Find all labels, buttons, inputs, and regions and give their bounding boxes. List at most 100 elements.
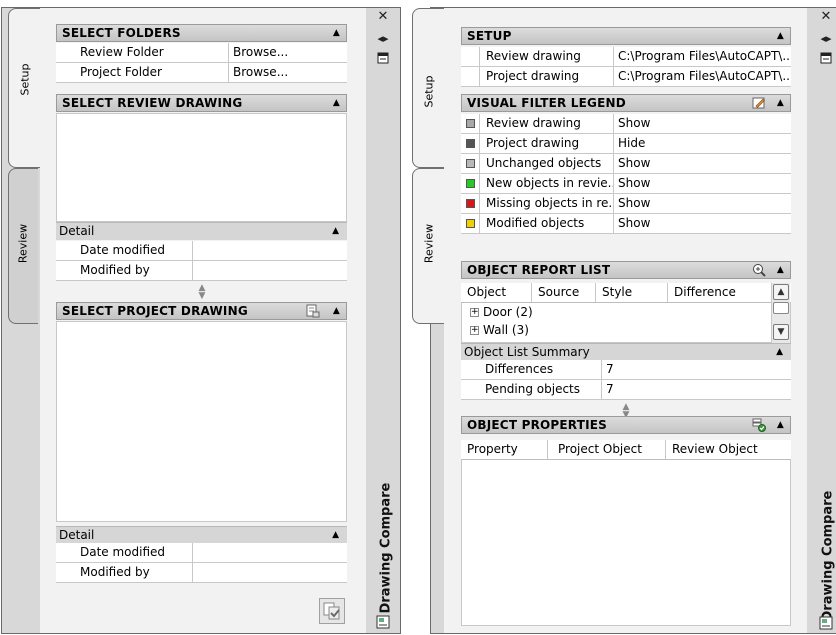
- legend-row[interactable]: Unchanged objects Show: [461, 154, 791, 174]
- compare-icon: [323, 602, 340, 620]
- expand-icon[interactable]: +: [470, 326, 479, 335]
- palette-caption: Drawing Compare: [820, 490, 836, 622]
- legend-row[interactable]: Missing objects in re... Show: [461, 194, 791, 214]
- collapse-arrow-icon[interactable]: ▲: [777, 95, 784, 111]
- legend-visibility-value[interactable]: Show: [613, 114, 791, 133]
- column-style[interactable]: Style: [595, 283, 667, 302]
- column-review-object[interactable]: Review Object: [665, 440, 791, 459]
- properties-menu-icon[interactable]: [818, 52, 834, 68]
- legend-visibility-value[interactable]: Show: [613, 194, 791, 213]
- scroll-down-icon[interactable]: ▼: [773, 324, 789, 340]
- project-drawing-path[interactable]: C:\Program Files\AutoCAPT\...: [613, 67, 791, 86]
- legend-visibility-value[interactable]: Show: [613, 174, 791, 193]
- date-modified-label: Date modified: [80, 243, 166, 257]
- collapse-arrow-icon[interactable]: ▲: [333, 303, 340, 319]
- review-folder-browse[interactable]: Browse...: [228, 43, 347, 62]
- edit-filter-icon[interactable]: [752, 96, 766, 110]
- review-modified-by-row: Modified by: [56, 261, 347, 281]
- collapse-arrow-icon[interactable]: ▲: [777, 262, 784, 278]
- setup-review-drawing-row[interactable]: Review drawing C:\Program Files\AutoCAPT…: [461, 47, 791, 67]
- close-icon[interactable]: ✕: [818, 10, 834, 24]
- review-detail-header[interactable]: Detail ▲: [56, 222, 347, 240]
- object-list-summary-label: Object List Summary: [464, 345, 590, 359]
- project-drawing-label: Project drawing: [479, 67, 613, 86]
- object-report-list-header[interactable]: OBJECT REPORT LIST ▲: [461, 261, 791, 279]
- tab-setup-left[interactable]: Setup: [8, 8, 40, 168]
- select-drawing-icon[interactable]: [306, 304, 320, 318]
- column-difference[interactable]: Difference: [667, 283, 769, 302]
- tab-setup-right[interactable]: Setup: [412, 8, 444, 168]
- list-item[interactable]: + Door (2): [470, 303, 533, 321]
- project-folder-label: Project Folder: [80, 65, 162, 79]
- palette-icon[interactable]: [375, 615, 391, 633]
- object-report-list[interactable]: + Door (2) + Wall (3): [461, 303, 791, 343]
- column-property[interactable]: Property: [461, 440, 547, 459]
- review-drawing-list[interactable]: [56, 113, 347, 222]
- object-properties-grid[interactable]: [461, 460, 791, 626]
- date-modified-label: Date modified: [80, 545, 166, 559]
- legend-swatch: [466, 119, 475, 128]
- tab-review-left[interactable]: Review: [8, 168, 38, 324]
- close-icon[interactable]: ✕: [375, 10, 391, 24]
- column-object[interactable]: Object: [461, 283, 531, 302]
- select-folders-header[interactable]: SELECT FOLDERS ▲: [56, 24, 347, 42]
- collapse-arrow-icon[interactable]: ▲: [332, 527, 339, 544]
- select-review-drawing-header[interactable]: SELECT REVIEW DRAWING ▲: [56, 94, 347, 112]
- scroll-up-icon[interactable]: ▲: [773, 284, 789, 300]
- review-folder-row[interactable]: Review Folder Browse...: [56, 43, 347, 63]
- visual-filter-legend-header[interactable]: VISUAL FILTER LEGEND ▲: [461, 94, 791, 112]
- zoom-icon[interactable]: [752, 263, 766, 277]
- compare-button[interactable]: [319, 598, 345, 624]
- auto-hide-icon[interactable]: ◂▸: [375, 32, 391, 46]
- object-properties-column-header: Property Project Object Review Object: [461, 440, 791, 460]
- auto-hide-icon[interactable]: ◂▸: [818, 32, 834, 46]
- list-item-label: Door (2): [483, 305, 533, 319]
- tab-review-right[interactable]: Review: [412, 168, 444, 324]
- legend-visibility-value[interactable]: Show: [613, 214, 791, 233]
- collapse-arrow-icon[interactable]: ▲: [333, 95, 340, 111]
- legend-row[interactable]: Modified objects Show: [461, 214, 791, 234]
- expand-icon[interactable]: +: [470, 308, 479, 317]
- project-drawing-list[interactable]: [56, 321, 347, 522]
- project-folder-browse[interactable]: Browse...: [228, 63, 347, 82]
- column-project-object[interactable]: Project Object: [547, 440, 665, 459]
- accept-changes-icon[interactable]: [752, 418, 766, 432]
- collapse-arrow-icon[interactable]: ▲: [333, 25, 340, 41]
- project-folder-row[interactable]: Project Folder Browse...: [56, 63, 347, 83]
- collapse-arrow-icon[interactable]: ▲: [777, 28, 784, 44]
- list-item[interactable]: + Wall (3): [470, 321, 529, 339]
- column-source[interactable]: Source: [531, 283, 595, 302]
- list-scrollbar[interactable]: ▲ ▼: [771, 283, 790, 343]
- splitter-grip-icon[interactable]: ▲ ▼: [190, 284, 214, 301]
- tab-review-label: Review: [422, 223, 436, 264]
- object-list-summary-header[interactable]: Object List Summary ▲: [461, 343, 791, 361]
- properties-menu-icon[interactable]: [375, 52, 391, 68]
- list-item-label: Wall (3): [483, 323, 529, 337]
- legend-row[interactable]: Review drawing Show: [461, 114, 791, 134]
- review-drawing-path[interactable]: C:\Program Files\AutoCAPT\...: [613, 47, 791, 66]
- legend-swatch: [466, 159, 475, 168]
- legend-label: Unchanged objects: [479, 154, 613, 173]
- select-project-drawing-header[interactable]: SELECT PROJECT DRAWING ▲: [56, 302, 347, 320]
- setup-project-drawing-row[interactable]: Project drawing C:\Program Files\AutoCAP…: [461, 67, 791, 87]
- palette-icon[interactable]: [818, 616, 834, 634]
- collapse-arrow-icon[interactable]: ▲: [777, 417, 784, 433]
- select-project-drawing-title: SELECT PROJECT DRAWING: [62, 304, 248, 318]
- legend-row[interactable]: Project drawing Hide: [461, 134, 791, 154]
- legend-row[interactable]: New objects in revie... Show: [461, 174, 791, 194]
- object-properties-header[interactable]: OBJECT PROPERTIES ▲: [461, 416, 791, 434]
- legend-visibility-value[interactable]: Hide: [613, 134, 791, 153]
- setup-header[interactable]: SETUP ▲: [461, 27, 791, 45]
- legend-label: Modified objects: [479, 214, 613, 233]
- object-properties-title: OBJECT PROPERTIES: [467, 418, 607, 432]
- legend-label: Missing objects in re...: [479, 194, 613, 213]
- collapse-arrow-icon[interactable]: ▲: [332, 223, 339, 240]
- project-detail-header[interactable]: Detail ▲: [56, 526, 347, 544]
- pending-objects-value: 7: [601, 380, 791, 399]
- legend-visibility-value[interactable]: Show: [613, 154, 791, 173]
- tab-setup-label: Setup: [422, 75, 436, 108]
- review-drawing-label: Review drawing: [479, 47, 613, 66]
- review-folder-label: Review Folder: [80, 45, 164, 59]
- scroll-thumb[interactable]: [773, 302, 789, 314]
- collapse-arrow-icon[interactable]: ▲: [776, 344, 783, 361]
